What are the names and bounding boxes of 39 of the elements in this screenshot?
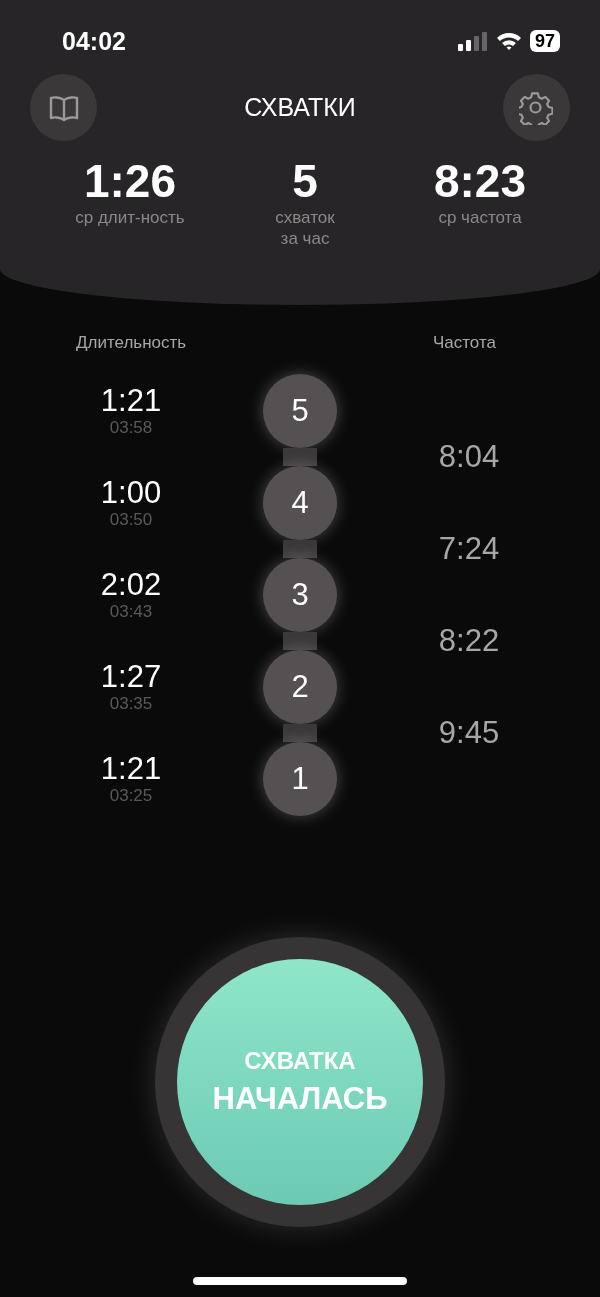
bubble-connector bbox=[283, 540, 317, 558]
start-time: 03:58 bbox=[109, 418, 153, 438]
start-time: 03:50 bbox=[109, 510, 153, 530]
start-time: 03:35 bbox=[109, 694, 153, 714]
start-time: 03:43 bbox=[109, 602, 153, 622]
column-heading: Частота bbox=[433, 333, 496, 353]
stat-label: схваток за час bbox=[274, 207, 336, 249]
contraction-number: 1 bbox=[263, 742, 337, 816]
start-contraction-button[interactable]: СХВАТКА НАЧАЛАСЬ bbox=[177, 959, 423, 1205]
status-time: 04:02 bbox=[62, 26, 126, 56]
duration-value: 1:00 bbox=[100, 476, 162, 510]
wifi-icon bbox=[495, 31, 522, 51]
stat-label: ср частота bbox=[438, 207, 522, 228]
stat-value: 5 bbox=[292, 155, 318, 207]
frequency-value: 9:45 bbox=[437, 714, 501, 752]
screen-title: СХВАТКИ bbox=[244, 93, 356, 122]
frequency-value: 8:04 bbox=[437, 438, 501, 476]
stat-value: 1:26 bbox=[83, 155, 177, 207]
bubble-connector bbox=[283, 724, 317, 742]
duration-value: 1:21 bbox=[100, 384, 162, 418]
frequency-value: 8:22 bbox=[437, 622, 501, 660]
start-time: 03:25 bbox=[109, 786, 153, 806]
book-icon bbox=[47, 93, 80, 122]
duration-value: 2:02 bbox=[100, 568, 162, 602]
stat-label: ср длит-ность bbox=[75, 207, 185, 228]
contraction-number: 3 bbox=[263, 558, 337, 632]
signal-icon bbox=[457, 31, 488, 51]
column-heading: Длительность bbox=[76, 333, 187, 353]
battery-icon: 97 bbox=[529, 30, 560, 52]
stat-value: 8:23 bbox=[433, 155, 527, 207]
duration-value: 1:27 bbox=[100, 660, 162, 694]
contraction-number: 5 bbox=[263, 374, 337, 448]
settings-icon bbox=[519, 90, 554, 125]
duration-value: 1:21 bbox=[100, 752, 162, 786]
bubble-connector bbox=[283, 632, 317, 650]
contraction-number: 4 bbox=[263, 466, 337, 540]
frequency-value: 7:24 bbox=[437, 530, 501, 568]
bubble-connector bbox=[283, 448, 317, 466]
contraction-number: 2 bbox=[263, 650, 337, 724]
